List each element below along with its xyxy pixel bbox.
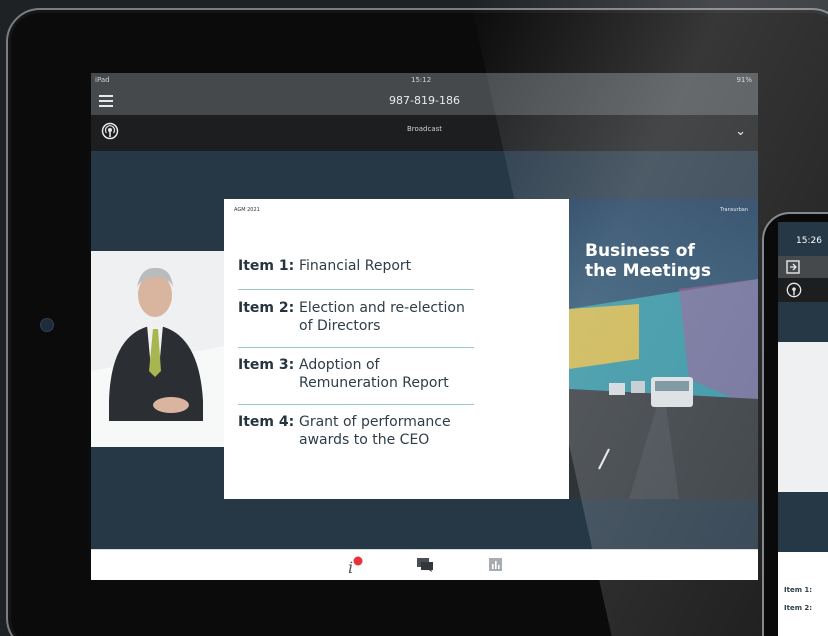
phone-broadcast-bar[interactable] bbox=[778, 278, 828, 302]
exit-icon[interactable] bbox=[786, 260, 800, 274]
bottom-tab-bar: i bbox=[91, 549, 758, 580]
status-bar: iPad 15:12 91% bbox=[91, 73, 758, 87]
tablet-home-button bbox=[40, 318, 54, 332]
presentation-slide: AGM 2021 Item 1: Financial Report Item 2… bbox=[224, 199, 758, 499]
agenda-item-number: Item 2: bbox=[238, 300, 295, 316]
agenda-item-4: Item 4: Grant of performance awards to th… bbox=[238, 413, 451, 448]
slide-photo-title: Business of the Meetings bbox=[585, 241, 711, 281]
agenda-item-text: Adoption of Remuneration Report bbox=[299, 356, 489, 392]
status-time: 15:12 bbox=[411, 76, 432, 84]
agenda-item-number: Item 4: bbox=[238, 414, 295, 430]
photo-title-line: Business of bbox=[585, 241, 695, 261]
agenda-item-text: Grant of performance awards to the CEO bbox=[299, 413, 489, 449]
agenda-item-number: Item 1: bbox=[238, 258, 295, 274]
speaker-figure bbox=[91, 251, 224, 447]
agenda-line: Adoption of bbox=[299, 357, 380, 373]
agenda-item-text: Financial Report bbox=[299, 258, 412, 274]
broadcast-bar[interactable]: Broadcast ⌄ bbox=[91, 115, 758, 151]
phone-speaker-figure bbox=[778, 342, 828, 492]
speaker-video bbox=[91, 251, 224, 447]
tablet-screen: iPad 15:12 91% 987-819-186 Broadcast ⌄ A… bbox=[91, 73, 758, 580]
phone-agenda-item-2: Item 2: bbox=[784, 604, 813, 612]
agenda-line: Remuneration Report bbox=[299, 375, 449, 391]
stage: iPad 15:12 91% 987-819-186 Broadcast ⌄ A… bbox=[0, 0, 828, 636]
phone-speaker-video bbox=[778, 342, 828, 492]
agenda-item-number: Item 3: bbox=[238, 357, 295, 373]
meeting-id-title: 987-819-186 bbox=[389, 94, 460, 107]
agenda-item-1: Item 1: Financial Report bbox=[238, 257, 411, 275]
divider bbox=[238, 404, 474, 405]
agenda-line: Election and re-election bbox=[299, 300, 465, 316]
agenda-item-2: Item 2: Election and re-election of Direc… bbox=[238, 299, 465, 334]
brand-logo: Transurban bbox=[720, 207, 748, 213]
divider bbox=[238, 289, 474, 290]
agenda-line: of Directors bbox=[299, 318, 381, 334]
poll-icon[interactable] bbox=[489, 558, 502, 571]
status-device: iPad bbox=[95, 76, 110, 84]
info-icon[interactable]: i bbox=[346, 556, 364, 576]
status-battery: 91% bbox=[736, 76, 752, 84]
chevron-down-icon[interactable]: ⌄ bbox=[735, 124, 746, 139]
agenda-item-text: Election and re-election of Directors bbox=[299, 299, 489, 335]
phone-screen: 15:26 Item 1: Item 2: bbox=[778, 222, 828, 636]
broadcast-icon[interactable] bbox=[786, 282, 802, 298]
agenda-line: Grant of performance bbox=[299, 414, 451, 430]
photo-title-line: the Meetings bbox=[585, 261, 711, 281]
phone-agenda-item-1: Item 1: bbox=[784, 586, 813, 594]
agenda-item-3: Item 3: Adoption of Remuneration Report bbox=[238, 356, 449, 391]
phone-slide: Item 1: Item 2: bbox=[778, 552, 828, 636]
slide-photo: Business of the Meetings Transurban bbox=[569, 199, 758, 499]
phone-time: 15:26 bbox=[796, 236, 822, 246]
svg-text:i: i bbox=[348, 558, 353, 576]
divider bbox=[238, 347, 474, 348]
broadcast-label: Broadcast bbox=[406, 125, 443, 133]
phone-nav-bar bbox=[778, 256, 828, 278]
slide-tag: AGM 2021 bbox=[234, 207, 260, 213]
agenda-line: awards to the CEO bbox=[299, 432, 430, 448]
nav-bar: 987-819-186 bbox=[91, 87, 758, 115]
chat-icon[interactable] bbox=[417, 558, 433, 572]
